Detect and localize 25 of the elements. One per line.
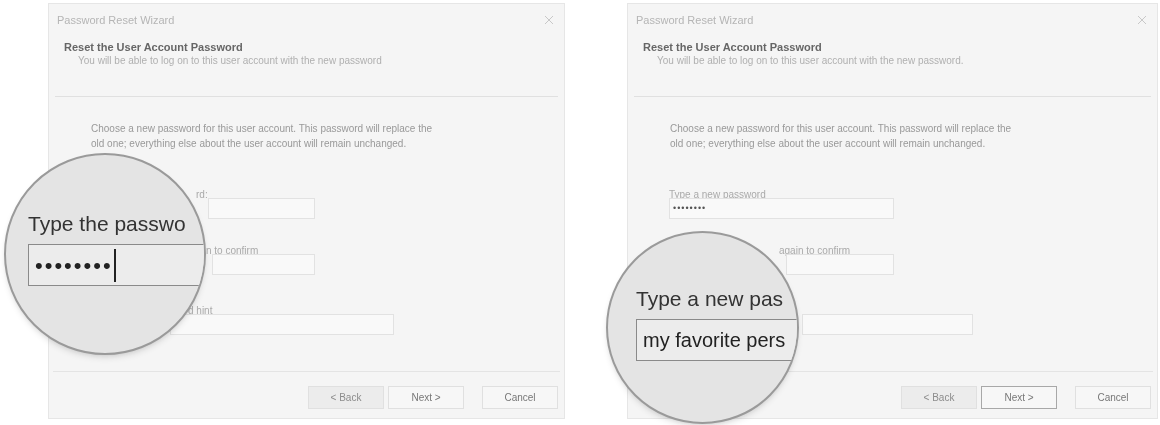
cancel-button[interactable]: Cancel (482, 386, 558, 409)
next-button[interactable]: Next > (981, 386, 1057, 409)
description-text: Choose a new password for this user account. This password will replace the old one; everything else about the user account will remain unchanged. (670, 122, 1013, 151)
hint-field[interactable] (802, 314, 973, 335)
window-title: Password Reset Wizard (57, 12, 175, 28)
wizard-heading: Reset the User Account Password (64, 40, 244, 54)
magnified-value: my favorite pers (643, 328, 786, 353)
field-label: n to confirm (206, 245, 259, 256)
wizard-subtitle: You will be able to log on to this user account with the new password (78, 54, 383, 68)
magnified-label: Type the passwo (28, 211, 186, 237)
wizard-subtitle: You will be able to log on to this user account with the new password. (657, 54, 965, 68)
description-text: Choose a new password for this user account. This password will replace the old one; everything else about the user account will remain unchanged. (91, 122, 434, 151)
field-label: again to confirm (779, 245, 851, 256)
hint-field[interactable] (170, 314, 394, 335)
next-button[interactable]: Next > (388, 386, 464, 409)
close-icon[interactable] (544, 15, 554, 25)
magnified-label: Type a new pas (636, 286, 784, 312)
wizard-heading: Reset the User Account Password (643, 40, 823, 54)
password-field[interactable]: •••••••• (669, 198, 894, 219)
close-icon[interactable] (1137, 15, 1147, 25)
cancel-button[interactable]: Cancel (1075, 386, 1151, 409)
window-title: Password Reset Wizard (636, 12, 754, 28)
magnified-value: •••••••• (35, 248, 116, 282)
confirm-password-field[interactable] (786, 254, 894, 275)
field-label: rd: (196, 189, 208, 200)
